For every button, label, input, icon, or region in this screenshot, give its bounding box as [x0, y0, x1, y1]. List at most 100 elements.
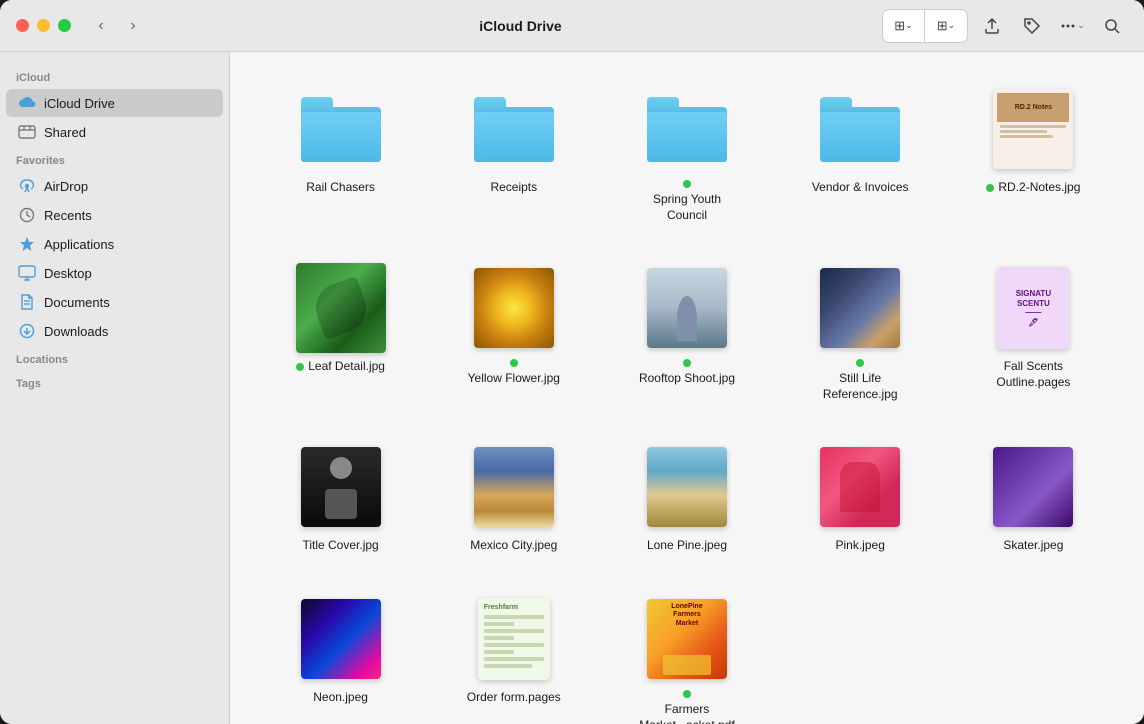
- list-item[interactable]: Rail Chasers: [262, 76, 419, 231]
- sidebar-label-icloud-drive: iCloud Drive: [44, 96, 115, 111]
- list-item[interactable]: Pink.jpeg: [782, 434, 939, 562]
- nav-buttons: ‹ ›: [87, 12, 147, 40]
- tag-button[interactable]: [1016, 10, 1048, 42]
- list-item[interactable]: Title Cover.jpg: [262, 434, 419, 562]
- list-item[interactable]: Yellow Flower.jpg: [435, 255, 592, 410]
- file-name-rooftop: Rooftop Shoot.jpg: [637, 359, 737, 387]
- image-thumb-mexicocity: [469, 442, 559, 532]
- image-thumb-lonepine: [642, 442, 732, 532]
- sidebar: iCloud iCloud Drive Shared: [0, 52, 230, 724]
- favorites-section-label: Favorites: [0, 147, 229, 171]
- file-name-orderform: Order form.pages: [467, 690, 561, 706]
- sidebar-item-shared[interactable]: Shared: [6, 118, 223, 146]
- sidebar-item-documents[interactable]: Documents: [6, 288, 223, 316]
- file-name-rail-chasers: Rail Chasers: [306, 180, 375, 196]
- list-item[interactable]: Neon.jpeg: [262, 586, 419, 724]
- locations-section-label: Locations: [0, 346, 229, 370]
- image-thumb-neon: [296, 594, 386, 684]
- folder-thumb-rail-chasers: [296, 84, 386, 174]
- list-item[interactable]: Vendor & Invoices: [782, 76, 939, 231]
- pages-thumb-fallscents: SIGNATUSCENTU——🖊: [988, 263, 1078, 353]
- list-item[interactable]: Skater.jpeg: [955, 434, 1112, 562]
- file-name-fallscents: Fall Scents Outline.pages: [983, 359, 1083, 390]
- main-content: Rail Chasers Receipts: [230, 52, 1144, 724]
- documents-icon: [18, 293, 36, 311]
- search-button[interactable]: [1096, 10, 1128, 42]
- list-item[interactable]: LonePineFarmersMarket Farmers Market...a…: [608, 586, 765, 724]
- file-name-vendor: Vendor & Invoices: [812, 180, 909, 196]
- file-name-rd-notes: RD.2-Notes.jpg: [986, 180, 1080, 196]
- airdrop-icon: [18, 177, 36, 195]
- tags-section-label: Tags: [0, 370, 229, 394]
- list-item[interactable]: Leaf Detail.jpg: [262, 255, 419, 410]
- maximize-button[interactable]: [58, 19, 71, 32]
- file-name-skater: Skater.jpeg: [1003, 538, 1063, 554]
- sidebar-item-desktop[interactable]: Desktop: [6, 259, 223, 287]
- list-item[interactable]: Still Life Reference.jpg: [782, 255, 939, 410]
- more-button[interactable]: ⌄: [1056, 10, 1088, 42]
- pdf-thumb-farmers: LonePineFarmersMarket: [642, 594, 732, 684]
- pages-thumb-orderform: Freshfarm: [469, 594, 559, 684]
- image-thumb-titlecover: [296, 442, 386, 532]
- image-thumb-stilllife: [815, 263, 905, 353]
- applications-icon: [18, 235, 36, 253]
- sidebar-item-applications[interactable]: Applications: [6, 230, 223, 258]
- folder-thumb-vendor: [815, 84, 905, 174]
- desktop-icon: [18, 264, 36, 282]
- file-name-stilllife: Still Life Reference.jpg: [810, 359, 910, 402]
- recents-icon: [18, 206, 36, 224]
- sync-dot-flower: [510, 359, 518, 367]
- sidebar-label-applications: Applications: [44, 237, 114, 252]
- forward-button[interactable]: ›: [119, 12, 147, 40]
- image-thumb-skater: [988, 442, 1078, 532]
- file-name-leaf: Leaf Detail.jpg: [296, 359, 385, 375]
- back-button[interactable]: ‹: [87, 12, 115, 40]
- sidebar-label-recents: Recents: [44, 208, 92, 223]
- sidebar-label-documents: Documents: [44, 295, 110, 310]
- icloud-icon: [18, 94, 36, 112]
- list-item[interactable]: Receipts: [435, 76, 592, 231]
- list-item[interactable]: Rooftop Shoot.jpg: [608, 255, 765, 410]
- toolbar-right: ⊞⌄ ⊞⌄ ⌄: [882, 9, 1128, 43]
- folder-thumb-spring-youth: [642, 84, 732, 174]
- sidebar-label-airdrop: AirDrop: [44, 179, 88, 194]
- list-item[interactable]: Mexico City.jpeg: [435, 434, 592, 562]
- file-name-receipts: Receipts: [490, 180, 537, 196]
- shared-icon: [18, 123, 36, 141]
- list-item[interactable]: SIGNATUSCENTU——🖊 Fall Scents Outline.pag…: [955, 255, 1112, 410]
- sidebar-label-downloads: Downloads: [44, 324, 108, 339]
- sync-dot-rd: [986, 184, 994, 192]
- titlebar: ‹ › iCloud Drive ⊞⌄ ⊞⌄: [0, 0, 1144, 52]
- view-toggle-group: ⊞⌄ ⊞⌄: [882, 9, 968, 43]
- share-button[interactable]: [976, 10, 1008, 42]
- file-name-mexicocity: Mexico City.jpeg: [470, 538, 557, 554]
- image-thumb-flower: [469, 263, 559, 353]
- sidebar-label-shared: Shared: [44, 125, 86, 140]
- sidebar-item-icloud-drive[interactable]: iCloud Drive: [6, 89, 223, 117]
- file-name-flower: Yellow Flower.jpg: [464, 359, 564, 387]
- list-item[interactable]: Freshfarm Order form.pages: [435, 586, 592, 724]
- sync-dot-farmers: [683, 690, 691, 698]
- image-thumb-rd-notes: RD.2 Notes: [988, 84, 1078, 174]
- downloads-icon: [18, 322, 36, 340]
- sidebar-label-desktop: Desktop: [44, 266, 92, 281]
- close-button[interactable]: [16, 19, 29, 32]
- files-grid: Rail Chasers Receipts: [262, 76, 1112, 724]
- sync-dot-stilllife: [856, 359, 864, 367]
- file-name-farmers: Farmers Market...acket.pdf: [637, 690, 737, 724]
- list-item[interactable]: Lone Pine.jpeg: [608, 434, 765, 562]
- content-area: iCloud iCloud Drive Shared: [0, 52, 1144, 724]
- folder-thumb-receipts: [469, 84, 559, 174]
- grid-view-button[interactable]: ⊞⌄: [883, 10, 925, 42]
- file-name-titlecover: Title Cover.jpg: [302, 538, 378, 554]
- icloud-section-label: iCloud: [0, 64, 229, 88]
- list-item[interactable]: Spring Youth Council: [608, 76, 765, 231]
- minimize-button[interactable]: [37, 19, 50, 32]
- sidebar-item-downloads[interactable]: Downloads: [6, 317, 223, 345]
- sidebar-item-recents[interactable]: Recents: [6, 201, 223, 229]
- sidebar-item-airdrop[interactable]: AirDrop: [6, 172, 223, 200]
- file-name-spring-youth: Spring Youth Council: [637, 180, 737, 223]
- list-item[interactable]: RD.2 Notes RD.2-N: [955, 76, 1112, 231]
- list-view-button[interactable]: ⊞⌄: [925, 10, 967, 42]
- file-name-lonepine: Lone Pine.jpeg: [647, 538, 727, 554]
